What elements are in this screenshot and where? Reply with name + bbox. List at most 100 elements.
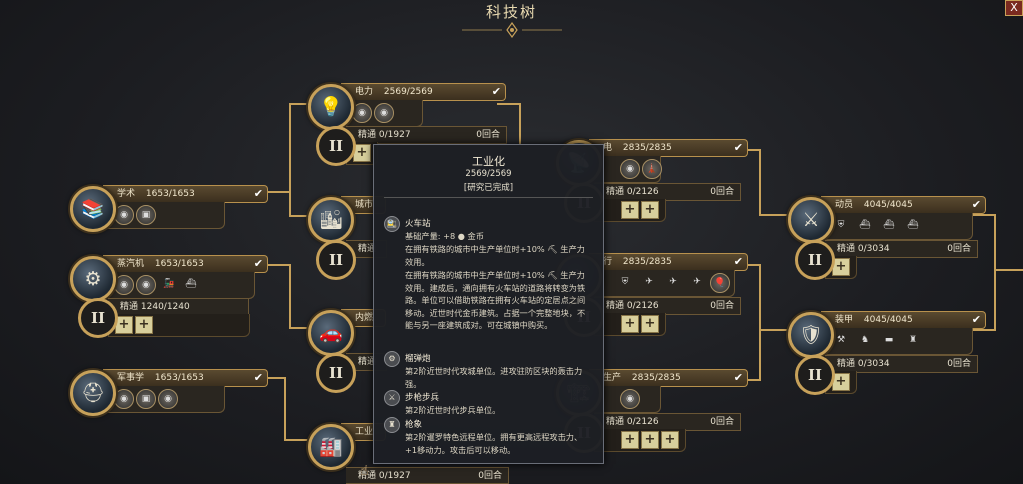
mastery-node-chengshi[interactable]: 精通 II	[316, 240, 387, 280]
mastery-badge[interactable]: II	[795, 240, 835, 280]
unlock-icon[interactable]: ◉	[374, 103, 394, 123]
factory-icon[interactable]: 🏭	[308, 424, 354, 470]
mastery-unlocks-panel: + +	[594, 313, 666, 336]
unlock-icon[interactable]: ▣	[136, 389, 156, 409]
tech-name: 生产	[603, 373, 622, 383]
tech-progress: 1653/1653	[154, 373, 204, 383]
tech-node-junshixue[interactable]: 军事学 1653/1653 ✔ ◉ ▣ ◉ ⛑	[70, 369, 268, 430]
unlock-icon[interactable]: ◉	[136, 275, 156, 295]
tech-progress: 4045/4045	[863, 200, 913, 210]
mastery-node-zhuangjia[interactable]: 精通 0/3034 0回合 + II	[795, 355, 978, 395]
mastery-label: 精通	[606, 187, 625, 197]
mastery-node-zhengqiji[interactable]: 精通 1240/1240 + + II	[78, 298, 258, 338]
tooltip-divider	[384, 197, 593, 198]
mastery-turns: 0回合	[947, 359, 971, 369]
tech-name: 装甲	[835, 315, 854, 325]
artillery-icon[interactable]: ⚒	[832, 331, 850, 349]
ship-icon[interactable]: ⛴	[182, 275, 200, 293]
mastery-progress: 0/3034	[857, 359, 890, 369]
tech-tooltip: 工业化 2569/2569 [研究已完成] 🚉 火车站 基础产量: +8 ● 金…	[373, 144, 604, 464]
rifleman-icon: ⚔	[384, 390, 400, 406]
unlock-desc: 基础产量: +8 ● 金币	[405, 231, 484, 241]
plus-icon[interactable]: +	[621, 315, 639, 333]
unlock-icon[interactable]: ◉	[114, 205, 134, 225]
mastery-label: 精通	[606, 417, 625, 427]
steam-engine-icon[interactable]: ⚙	[70, 256, 116, 302]
shield-icon[interactable]: ⛨	[616, 273, 634, 291]
mastery-progress: 0/2126	[626, 187, 659, 197]
unlock-icon[interactable]: ◉	[114, 275, 134, 295]
tooltip-title: 工业化	[472, 155, 505, 168]
tooltip-progress: 2569/2569	[465, 169, 512, 179]
completed-check-icon: ✔	[253, 187, 263, 200]
mastery-badge[interactable]: II	[78, 298, 118, 338]
mastery-badge[interactable]: II	[795, 355, 835, 395]
mastery-badge[interactable]: II	[316, 240, 356, 280]
engine-icon[interactable]: 🚗	[308, 310, 354, 356]
completed-check-icon: ✔	[971, 313, 981, 326]
unlock-icon[interactable]: ◉	[352, 103, 372, 123]
elephant-icon[interactable]: ♜	[904, 331, 922, 349]
tech-name: 军事学	[117, 373, 145, 383]
tech-unlocks-panel: ⛨ ✈ ✈ ✈ 🎈	[589, 270, 735, 297]
mastery-progress: 0/1927	[378, 130, 411, 140]
plane-icon[interactable]: ✈	[640, 273, 658, 291]
plane-icon[interactable]: ✈	[664, 273, 682, 291]
tech-progress: 2835/2835	[631, 373, 681, 383]
infantry-icon[interactable]: ♞	[856, 331, 874, 349]
plus-icon[interactable]: +	[641, 315, 659, 333]
plus-icon[interactable]: +	[641, 431, 659, 449]
unlock-icon[interactable]: ▣	[136, 205, 156, 225]
tank-icon[interactable]: ▬	[880, 331, 898, 349]
radio-tower-icon[interactable]: 🗼	[642, 159, 662, 179]
tech-progress: 2835/2835	[622, 257, 672, 267]
plus-icon[interactable]: +	[641, 201, 659, 219]
mastery-node-neiran[interactable]: 精通 II	[316, 353, 387, 393]
plus-icon[interactable]: +	[621, 201, 639, 219]
mastery-unlocks-panel: + +	[594, 199, 666, 222]
unlock-icon[interactable]: ◉	[620, 389, 640, 409]
tech-title-bar: 行 2835/2835 ✔	[589, 253, 748, 271]
tech-unlocks-panel: ◉ ◉ 🚂 ⛴	[103, 272, 255, 299]
balloon-icon[interactable]: 🎈	[710, 273, 730, 293]
mastery-badge[interactable]: II	[316, 353, 356, 393]
armor-icon[interactable]: 🛡	[788, 312, 834, 358]
completed-check-icon: ✔	[971, 198, 981, 211]
ship-icon[interactable]: ⛴	[856, 216, 874, 234]
ship-icon[interactable]: ⛴	[904, 216, 922, 234]
mastery-badge[interactable]: II	[316, 126, 356, 166]
city-icon[interactable]: 🏙	[308, 197, 354, 243]
completed-check-icon: ✔	[253, 257, 263, 270]
tech-name: 动员	[835, 200, 854, 210]
plus-icon[interactable]: +	[621, 431, 639, 449]
tech-name: 电	[603, 143, 613, 153]
plus-icon[interactable]: +	[661, 431, 679, 449]
plus-icon[interactable]: +	[135, 316, 153, 334]
mobilization-icon[interactable]: ⚔	[788, 197, 834, 243]
books-icon[interactable]: 📚	[70, 186, 116, 232]
completed-check-icon: ✔	[491, 85, 501, 98]
tech-title-bar: 生产 2835/2835 ✔	[589, 369, 748, 387]
helmet-icon[interactable]: ⛑	[70, 370, 116, 416]
unlock-icon[interactable]: ◉	[620, 159, 640, 179]
unlock-desc: 在拥有铁路的城市中生产单位时+10% ⛏ 生产力效用。	[405, 244, 585, 267]
shield-icon[interactable]: ⛨	[832, 216, 850, 234]
mastery-node-dongyuan[interactable]: 精通 0/3034 0回合 + II	[795, 240, 978, 280]
tech-title-bar: 蒸汽机 1653/1653 ✔	[103, 255, 268, 273]
tech-node-xueshu[interactable]: 学术 1653/1653 ✔ ◉ ▣ 📚	[70, 185, 268, 246]
lightbulb-icon[interactable]: 💡	[308, 84, 354, 130]
mastery-label: 精通	[120, 302, 139, 312]
unlock-icon[interactable]: ◉	[114, 389, 134, 409]
mastery-turns: 0回合	[476, 130, 500, 140]
mastery-progress: 0/3034	[857, 244, 890, 254]
completed-check-icon: ✔	[733, 371, 743, 384]
ship-icon[interactable]: ⛴	[880, 216, 898, 234]
train-icon[interactable]: 🚂	[160, 275, 178, 293]
tech-name: 工业	[355, 427, 374, 437]
mastery-label: 精通	[358, 130, 377, 140]
plane-icon[interactable]: ✈	[688, 273, 706, 291]
unlock-icon[interactable]: ◉	[158, 389, 178, 409]
tech-name: 电力	[355, 87, 374, 97]
tech-name: 学术	[117, 189, 136, 199]
mastery-label: 精通	[837, 244, 856, 254]
